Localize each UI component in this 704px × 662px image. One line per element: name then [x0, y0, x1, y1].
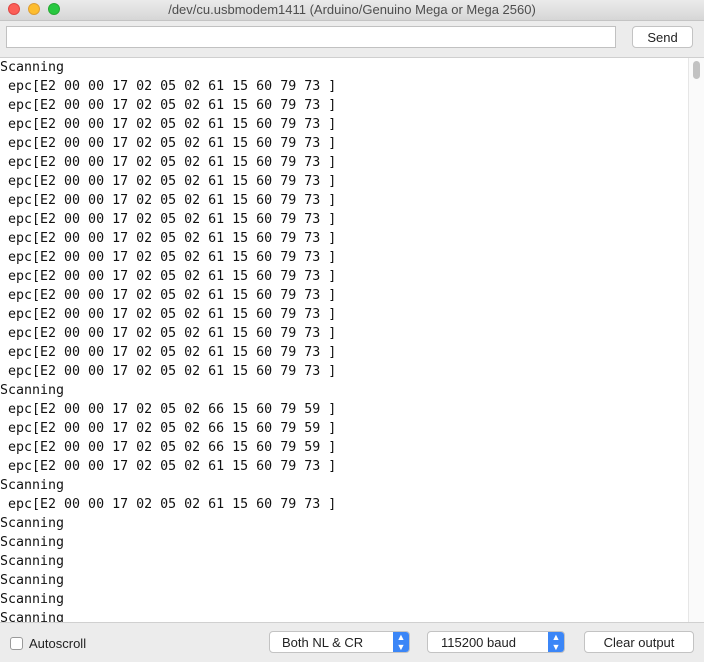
- output-line: Scanning: [0, 383, 65, 398]
- output-line: epc[E2 00 00 17 02 05 02 61 15 60 79 73 …: [0, 459, 337, 474]
- title-bar: /dev/cu.usbmodem1411 (Arduino/Genuino Me…: [0, 0, 704, 21]
- output-scrollbar[interactable]: [688, 58, 704, 622]
- output-line: Scanning: [0, 535, 65, 550]
- output-line: epc[E2 00 00 17 02 05 02 61 15 60 79 73 …: [0, 231, 337, 246]
- output-line: epc[E2 00 00 17 02 05 02 61 15 60 79 73 …: [0, 98, 337, 113]
- output-line: epc[E2 00 00 17 02 05 02 61 15 60 79 73 …: [0, 307, 337, 322]
- autoscroll-checkbox[interactable]: [10, 637, 23, 650]
- scrollbar-thumb[interactable]: [693, 61, 700, 79]
- output-line: epc[E2 00 00 17 02 05 02 61 15 60 79 73 …: [0, 345, 337, 360]
- output-line: Scanning: [0, 611, 65, 622]
- serial-input[interactable]: [6, 26, 616, 48]
- output-line: epc[E2 00 00 17 02 05 02 61 15 60 79 73 …: [0, 79, 337, 94]
- output-line: Scanning: [0, 60, 65, 75]
- send-button[interactable]: Send: [632, 26, 693, 48]
- output-line: epc[E2 00 00 17 02 05 02 61 15 60 79 73 …: [0, 212, 337, 227]
- serial-output[interactable]: Scanning epc[E2 00 00 17 02 05 02 61 15 …: [0, 58, 688, 622]
- chevron-updown-icon: ▲ ▼: [393, 632, 409, 652]
- output-line: epc[E2 00 00 17 02 05 02 61 15 60 79 73 …: [0, 193, 337, 208]
- clear-output-button[interactable]: Clear output: [584, 631, 694, 653]
- line-ending-select[interactable]: Both NL & CR ▲ ▼: [269, 631, 410, 653]
- output-line: epc[E2 00 00 17 02 05 02 66 15 60 79 59 …: [0, 421, 337, 436]
- output-line: Scanning: [0, 554, 65, 569]
- send-toolbar: Send: [0, 21, 704, 58]
- output-line: epc[E2 00 00 17 02 05 02 61 15 60 79 73 …: [0, 155, 337, 170]
- output-line: Scanning: [0, 478, 65, 493]
- baud-rate-value: 115200 baud: [441, 635, 516, 650]
- output-line: epc[E2 00 00 17 02 05 02 66 15 60 79 59 …: [0, 440, 337, 455]
- line-ending-value: Both NL & CR: [282, 635, 364, 650]
- output-line: epc[E2 00 00 17 02 05 02 61 15 60 79 73 …: [0, 250, 337, 265]
- output-line: epc[E2 00 00 17 02 05 02 61 15 60 79 73 …: [0, 117, 337, 132]
- window-title: /dev/cu.usbmodem1411 (Arduino/Genuino Me…: [168, 2, 536, 17]
- chevron-updown-icon: ▲ ▼: [548, 632, 564, 652]
- output-line: epc[E2 00 00 17 02 05 02 61 15 60 79 73 …: [0, 136, 337, 151]
- output-line: epc[E2 00 00 17 02 05 02 61 15 60 79 73 …: [0, 174, 337, 189]
- output-line: Scanning: [0, 516, 65, 531]
- output-line: epc[E2 00 00 17 02 05 02 61 15 60 79 73 …: [0, 497, 337, 512]
- output-line: epc[E2 00 00 17 02 05 02 61 15 60 79 73 …: [0, 269, 337, 284]
- output-line: epc[E2 00 00 17 02 05 02 61 15 60 79 73 …: [0, 326, 337, 341]
- output-line: epc[E2 00 00 17 02 05 02 61 15 60 79 73 …: [0, 288, 337, 303]
- autoscroll-label: Autoscroll: [29, 636, 87, 651]
- output-line: epc[E2 00 00 17 02 05 02 66 15 60 79 59 …: [0, 402, 337, 417]
- output-line: Scanning: [0, 573, 65, 588]
- output-line: Scanning: [0, 592, 65, 607]
- baud-rate-select[interactable]: 115200 baud ▲ ▼: [427, 631, 565, 653]
- status-bar: Autoscroll Both NL & CR ▲ ▼ 115200 baud ▲…: [0, 622, 704, 662]
- output-line: epc[E2 00 00 17 02 05 02 61 15 60 79 73 …: [0, 364, 337, 379]
